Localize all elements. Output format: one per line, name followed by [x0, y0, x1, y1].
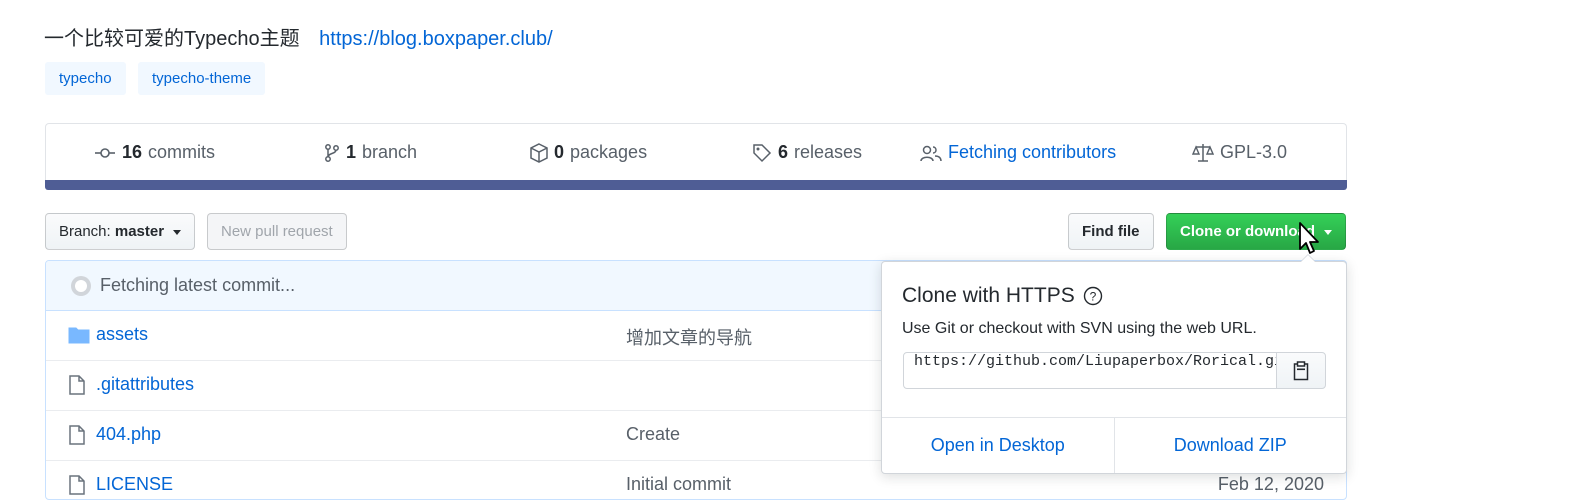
commits-count: 16 — [122, 142, 143, 162]
file-icon — [69, 375, 85, 395]
commits-link[interactable]: 16 commits — [94, 124, 215, 181]
file-icon — [69, 475, 85, 495]
contributors-link[interactable]: Fetching contributors — [920, 124, 1116, 181]
clone-url-input[interactable]: https://github.com/Liupaperbox/Rorical.g… — [903, 352, 1277, 389]
license-link[interactable]: GPL-3.0 — [1192, 124, 1287, 181]
file-name-link[interactable]: LICENSE — [96, 474, 173, 495]
contributors-label: Fetching contributors — [948, 142, 1117, 162]
branches-link[interactable]: 1 branch — [324, 124, 417, 181]
commit-message[interactable]: Create — [626, 424, 680, 445]
homepage-link[interactable]: https://blog.boxpaper.club/ — [319, 28, 553, 50]
releases-count: 6 — [778, 142, 789, 162]
new-pull-request-button[interactable]: New pull request — [207, 213, 347, 250]
folder-icon — [68, 327, 90, 344]
commit-message[interactable]: Initial commit — [626, 474, 731, 495]
clone-title-text: Clone with HTTPS — [902, 284, 1075, 307]
commits-label: commits — [148, 142, 216, 162]
file-name-link[interactable]: assets — [96, 324, 148, 345]
download-zip-button[interactable]: Download ZIP — [1113, 418, 1347, 473]
chevron-down-icon — [1324, 229, 1333, 235]
packages-link[interactable]: 0 packages — [530, 124, 647, 181]
people-icon — [920, 145, 942, 161]
description-text: 一个比较可爱的Typecho主题 — [44, 28, 300, 50]
file-icon — [69, 425, 85, 445]
topic-tag-typecho[interactable]: typecho — [45, 62, 126, 95]
commit-message[interactable]: 增加文章的导航 — [626, 324, 752, 350]
packages-count: 0 — [554, 142, 565, 162]
packages-label: packages — [570, 142, 648, 162]
package-icon — [530, 142, 548, 163]
chevron-down-icon — [173, 229, 182, 235]
commit-age: Feb 12, 2020 — [1217, 474, 1324, 494]
tag-icon — [753, 143, 772, 162]
repo-description: 一个比较可爱的Typecho主题 https://blog.boxpaper.c… — [44, 22, 553, 51]
question-icon[interactable]: ? — [1083, 286, 1103, 306]
mouse-cursor-icon — [1299, 222, 1319, 254]
file-name-link[interactable]: 404.php — [96, 424, 161, 445]
clone-popover: Clone with HTTPS ? Use Git or checkout w… — [881, 254, 1347, 474]
svg-text:?: ? — [1089, 290, 1096, 304]
copy-url-button[interactable] — [1276, 352, 1326, 389]
clone-subtitle: Use Git or checkout with SVN using the w… — [902, 320, 1257, 337]
numbers-summary: 16 commits 1 branch 0 packages 6 release… — [45, 123, 1347, 180]
branch-name: master — [114, 223, 165, 240]
avatar-placeholder-icon — [71, 275, 91, 296]
branch-icon — [325, 143, 339, 162]
commit-icon — [95, 147, 115, 158]
releases-link[interactable]: 6 releases — [752, 124, 862, 181]
topic-tag-typecho-theme[interactable]: typecho-theme — [138, 62, 266, 95]
releases-label: releases — [794, 142, 863, 162]
branch-select-button[interactable]: Branch: master — [45, 213, 196, 250]
branch-prefix: Branch: — [59, 223, 111, 240]
open-in-desktop-button[interactable]: Open in Desktop — [882, 418, 1114, 473]
clipboard-icon — [1293, 360, 1309, 380]
clone-actions: Open in Desktop Download ZIP — [882, 417, 1346, 473]
license-label: GPL-3.0 — [1220, 142, 1288, 162]
branches-count: 1 — [346, 142, 357, 162]
language-bar[interactable] — [45, 180, 1347, 190]
clone-label: Clone or download — [1180, 223, 1315, 240]
law-icon — [1192, 143, 1214, 162]
find-file-button[interactable]: Find file — [1068, 213, 1154, 250]
clone-title: Clone with HTTPS ? — [902, 284, 1103, 308]
commit-status: Fetching latest commit... — [100, 275, 296, 295]
branches-label: branch — [362, 142, 418, 162]
file-name-link[interactable]: .gitattributes — [96, 374, 194, 395]
